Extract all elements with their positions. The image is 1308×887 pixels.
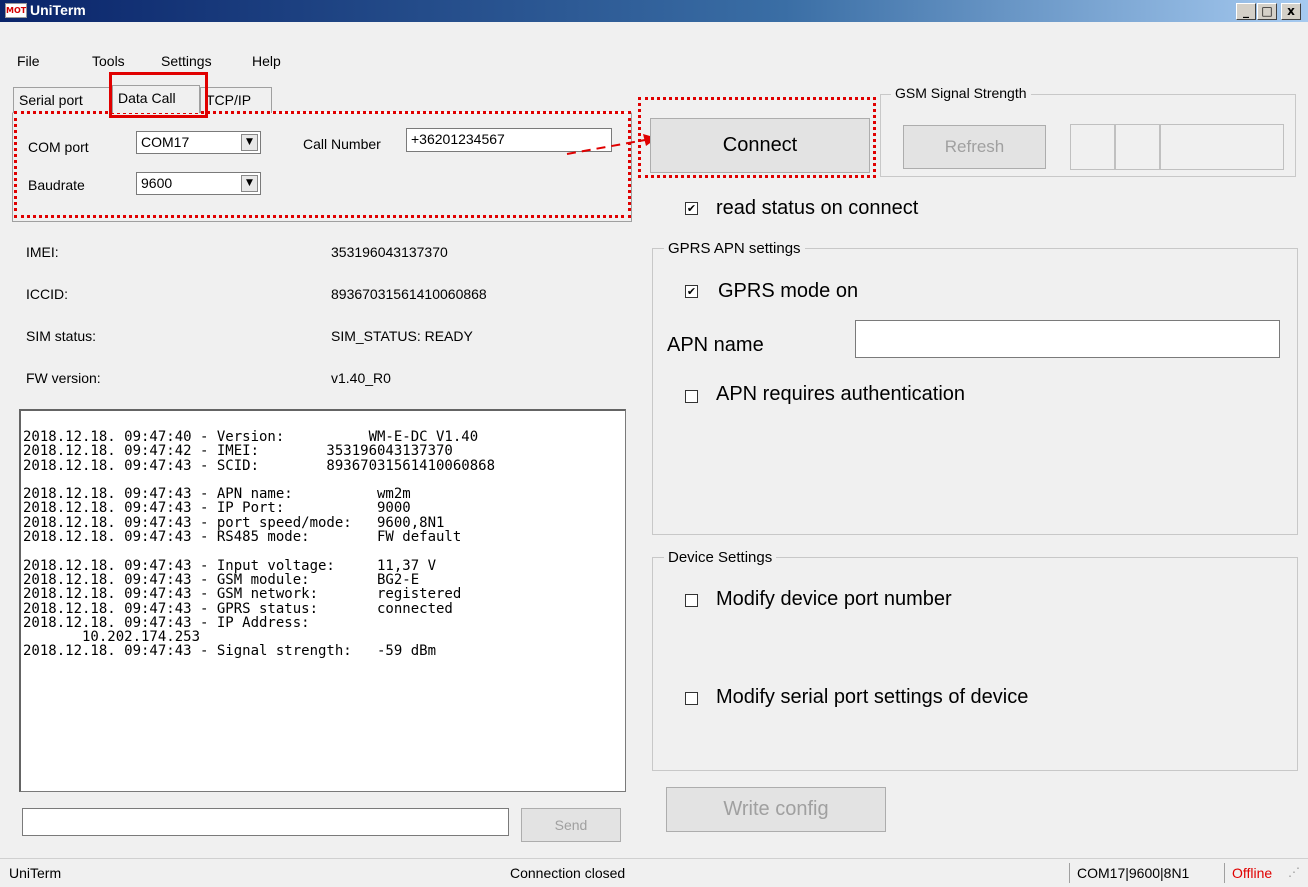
- apn-auth-label: APN requires authentication: [716, 383, 966, 405]
- com-port-label: COM port: [28, 139, 89, 155]
- status-offline-badge: Offline: [1232, 865, 1273, 881]
- sim-status-value: SIM_STATUS: READY: [331, 328, 473, 344]
- refresh-button[interactable]: Refresh: [903, 125, 1046, 169]
- tab-serial-port[interactable]: Serial port: [13, 87, 112, 113]
- send-input[interactable]: [22, 808, 509, 836]
- sim-status-label: SIM status:: [26, 328, 97, 344]
- status-connection: Connection closed: [510, 865, 626, 881]
- modify-serial-label: Modify serial port settings of device: [716, 686, 1029, 708]
- status-separator: [1224, 863, 1225, 883]
- status-bar: UniTerm Connection closed COM17|9600|8N1…: [0, 858, 1308, 887]
- baudrate-label: Baudrate: [28, 177, 85, 193]
- maximize-icon[interactable]: □: [1257, 3, 1277, 20]
- window-title: UniTerm: [30, 2, 86, 18]
- gsm-signal-title: GSM Signal Strength: [891, 85, 1031, 101]
- device-settings-title: Device Settings: [664, 549, 777, 566]
- write-config-button[interactable]: Write config: [666, 787, 886, 832]
- app-logo-icon: MOT: [5, 3, 27, 18]
- modify-port-checkbox[interactable]: [685, 594, 698, 607]
- status-port-info: COM17|9600|8N1: [1077, 865, 1190, 881]
- modify-serial-checkbox[interactable]: [685, 692, 698, 705]
- fw-version-value: v1.40_R0: [331, 370, 391, 386]
- baudrate-value: 9600: [141, 175, 173, 191]
- tab-tcp-ip[interactable]: TCP/IP: [200, 87, 272, 113]
- connect-highlight: [638, 97, 876, 178]
- tab-data-call[interactable]: Data Call: [112, 85, 200, 113]
- send-button[interactable]: Send: [521, 808, 621, 842]
- chevron-down-icon: ▼: [241, 134, 258, 151]
- apn-name-input[interactable]: [855, 320, 1280, 358]
- baudrate-select[interactable]: 9600 ▼: [136, 172, 261, 195]
- log-output[interactable]: 2018.12.18. 09:47:40 - Version: WM-E-DC …: [19, 409, 626, 792]
- title-bar[interactable]: MOT UniTerm _ □ x: [0, 0, 1308, 22]
- menu-file[interactable]: File: [17, 53, 40, 69]
- imei-value: 353196043137370: [331, 244, 448, 260]
- apn-auth-checkbox[interactable]: [685, 390, 698, 403]
- read-status-checkbox[interactable]: ✔: [685, 202, 698, 215]
- iccid-value: 89367031561410060868: [331, 286, 487, 302]
- signal-cell-2: [1115, 124, 1160, 170]
- apn-name-label: APN name: [667, 334, 764, 356]
- minimize-icon[interactable]: _: [1236, 3, 1256, 20]
- modify-port-label: Modify device port number: [716, 588, 952, 610]
- read-status-label: read status on connect: [716, 197, 919, 219]
- iccid-label: ICCID:: [26, 286, 68, 302]
- menu-tools[interactable]: Tools: [92, 53, 125, 69]
- com-port-select[interactable]: COM17 ▼: [136, 131, 261, 154]
- resize-grip-icon[interactable]: ⋰: [1288, 865, 1300, 879]
- call-number-label: Call Number: [303, 136, 381, 152]
- chevron-down-icon: ▼: [241, 175, 258, 192]
- status-separator: [1069, 863, 1070, 883]
- status-app-name: UniTerm: [9, 865, 62, 881]
- call-number-value: +36201234567: [411, 131, 505, 147]
- com-port-value: COM17: [141, 134, 190, 150]
- fw-version-label: FW version:: [26, 370, 101, 386]
- menu-help[interactable]: Help: [252, 53, 281, 69]
- imei-label: IMEI:: [26, 244, 59, 260]
- close-icon[interactable]: x: [1281, 3, 1301, 20]
- gprs-apn-title: GPRS APN settings: [664, 240, 805, 257]
- signal-cell-1: [1070, 124, 1115, 170]
- menu-settings[interactable]: Settings: [161, 53, 212, 69]
- gprs-mode-label: GPRS mode on: [718, 280, 859, 302]
- gprs-mode-checkbox[interactable]: ✔: [685, 285, 698, 298]
- signal-cell-3: [1160, 124, 1284, 170]
